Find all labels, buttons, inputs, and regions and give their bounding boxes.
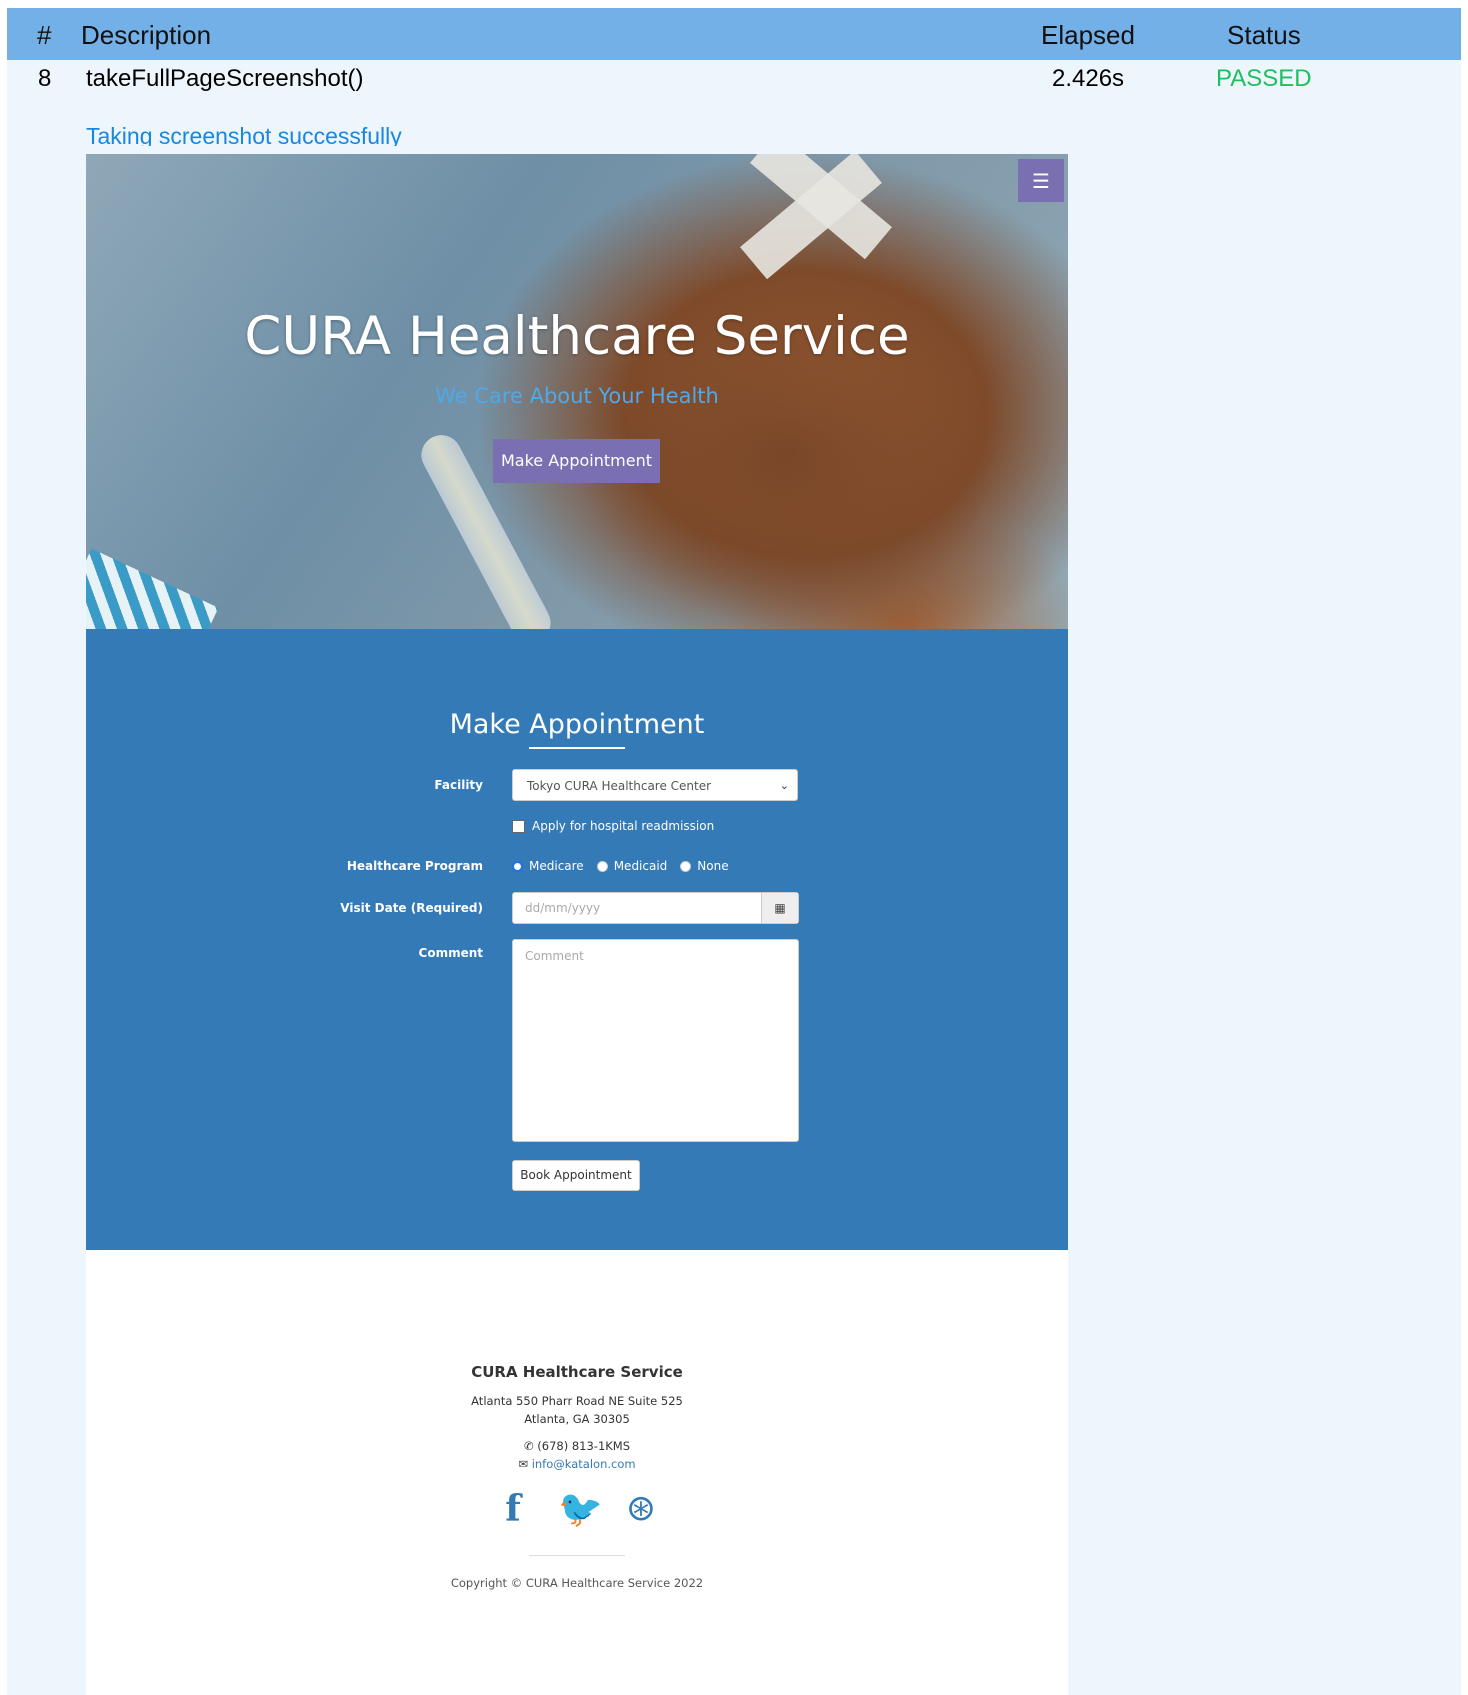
readmission-row: Apply for hospital readmission bbox=[512, 819, 714, 833]
readmission-label: Apply for hospital readmission bbox=[532, 819, 715, 833]
social-links: f 🐦 ⊛ bbox=[86, 1488, 1068, 1530]
facility-select[interactable]: Tokyo CURA Healthcare Center ⌄ bbox=[512, 769, 798, 801]
menu-toggle-button[interactable]: ☰ bbox=[1018, 159, 1064, 202]
radio-medicare[interactable] bbox=[512, 860, 523, 872]
appointment-section: Make Appointment Facility Tokyo CURA Hea… bbox=[86, 629, 1068, 1250]
program-label: Healthcare Program bbox=[346, 859, 483, 873]
col-status-header: Status bbox=[1227, 20, 1301, 50]
footer-title: CURA Healthcare Service bbox=[471, 1363, 683, 1381]
row-description: takeFullPageScreenshot() bbox=[86, 65, 364, 92]
footer-email-link[interactable]: info@katalon.com bbox=[532, 1457, 636, 1471]
status-badge: PASSED bbox=[1216, 65, 1312, 92]
chevron-down-icon: ⌄ bbox=[779, 779, 789, 792]
row-elapsed: 2.426s bbox=[1052, 65, 1125, 92]
radio-none[interactable] bbox=[680, 860, 692, 872]
screenshot-image: ☰ CURA Healthcare Service We Care About … bbox=[86, 154, 1068, 1695]
appointment-title: Make Appointment bbox=[449, 709, 705, 740]
row-index: 8 bbox=[38, 65, 52, 92]
col-description-header: Description bbox=[81, 20, 212, 50]
col-elapsed-header: Elapsed bbox=[1041, 20, 1135, 50]
facebook-icon[interactable]: f bbox=[494, 1488, 532, 1530]
book-appointment-button[interactable]: Book Appointment bbox=[512, 1160, 640, 1191]
calendar-icon[interactable]: ▦ bbox=[761, 893, 798, 923]
facility-label: Facility bbox=[434, 778, 483, 792]
dribbble-icon[interactable]: ⊛ bbox=[622, 1488, 660, 1530]
envelope-icon: ✉ bbox=[518, 1457, 532, 1471]
comment-textarea[interactable]: Comment bbox=[512, 939, 799, 1142]
hero-subtitle: We Care About Your Health bbox=[435, 384, 719, 408]
footer-phone: (678) 813-1KMS bbox=[537, 1439, 631, 1453]
program-radio-group: Medicare Medicaid None bbox=[512, 859, 742, 873]
phone-icon: ✆ bbox=[523, 1439, 538, 1453]
radio-medicaid[interactable] bbox=[596, 860, 608, 872]
visit-date-input[interactable]: dd/mm/yyyy ▦ bbox=[512, 892, 799, 924]
facility-selected-value: Tokyo CURA Healthcare Center bbox=[527, 779, 712, 793]
footer-copyright: Copyright © CURA Healthcare Service 2022 bbox=[450, 1576, 704, 1590]
title-divider bbox=[529, 747, 625, 749]
hero-title: CURA Healthcare Service bbox=[244, 306, 910, 367]
hamburger-icon: ☰ bbox=[1032, 168, 1050, 193]
footer-address-2: Atlanta, GA 30305 bbox=[524, 1412, 630, 1426]
footer-email-row: ✉ info@katalon.com bbox=[86, 1457, 1068, 1471]
footer-divider bbox=[529, 1555, 625, 1556]
visit-date-placeholder: dd/mm/yyyy bbox=[525, 901, 601, 915]
hero-section: ☰ CURA Healthcare Service We Care About … bbox=[86, 154, 1068, 690]
radio-label-medicaid: Medicaid bbox=[613, 859, 668, 873]
comment-placeholder: Comment bbox=[525, 949, 584, 963]
radio-label-medicare: Medicare bbox=[529, 859, 584, 873]
report-table-header: # Description Elapsed Status bbox=[7, 8, 1461, 60]
visit-date-label: Visit Date (Required) bbox=[340, 901, 483, 915]
col-index-header: # bbox=[37, 20, 52, 50]
radio-label-none: None bbox=[697, 859, 729, 873]
twitter-icon[interactable]: 🐦 bbox=[558, 1488, 603, 1530]
comment-label: Comment bbox=[418, 946, 483, 960]
footer-phone-row: ✆ (678) 813-1KMS bbox=[86, 1439, 1068, 1453]
make-appointment-button[interactable]: Make Appointment bbox=[493, 439, 660, 483]
readmission-checkbox[interactable] bbox=[512, 819, 525, 833]
footer-address-1: Atlanta 550 Pharr Road NE Suite 525 bbox=[471, 1394, 683, 1408]
site-footer: CURA Healthcare Service Atlanta 550 Phar… bbox=[86, 1250, 1068, 1695]
screenshot-message-link[interactable]: Taking screenshot successfully bbox=[86, 122, 402, 146]
